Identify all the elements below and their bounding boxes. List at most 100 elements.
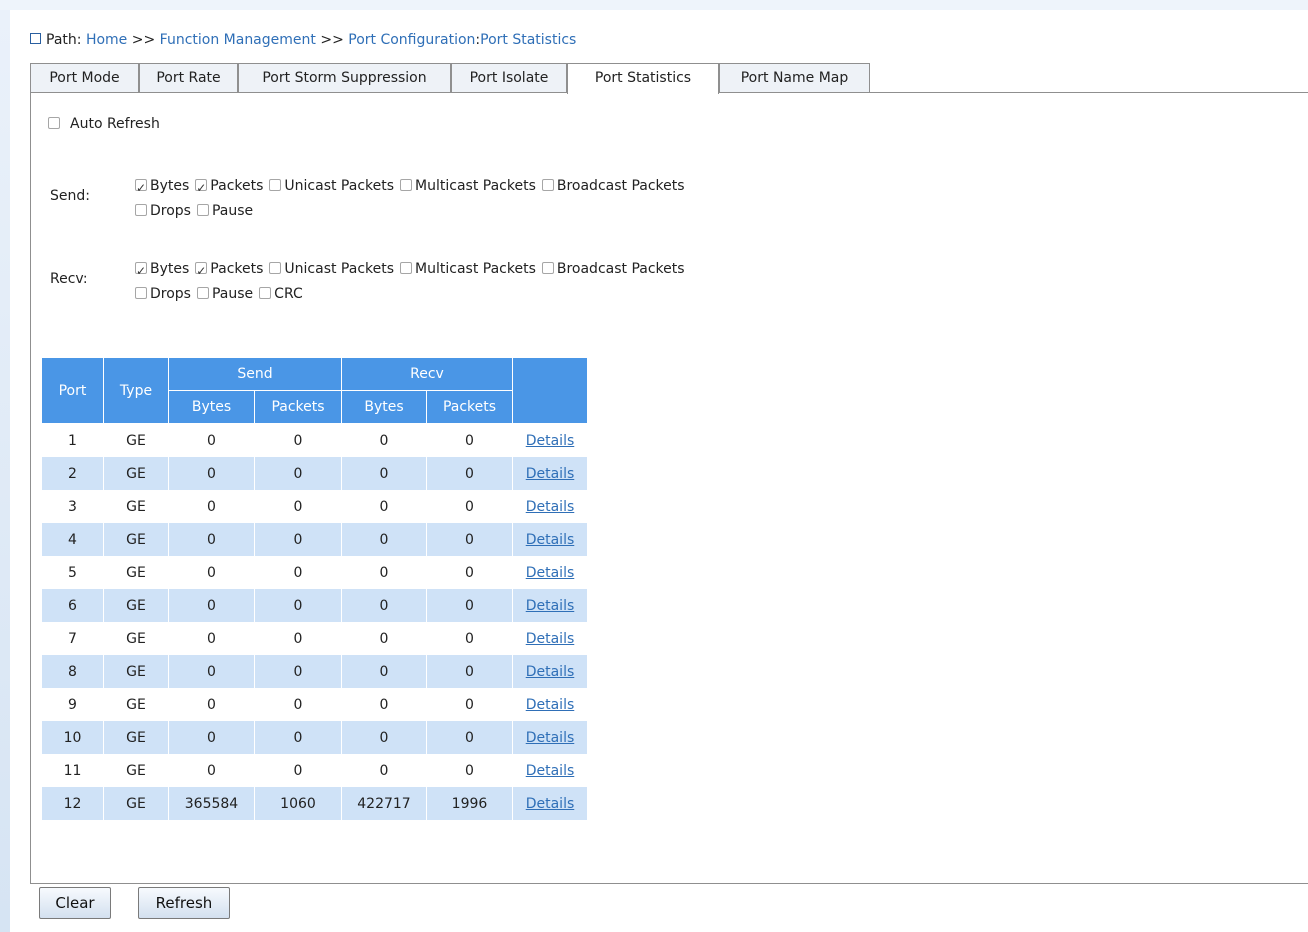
- details-link[interactable]: Details: [526, 763, 575, 779]
- cell-send-packets: 0: [254, 754, 342, 787]
- recv-pause-option[interactable]: Pause: [196, 282, 253, 307]
- send-multicast-option[interactable]: Multicast Packets: [400, 174, 536, 199]
- send-packets-checkbox[interactable]: [195, 176, 208, 201]
- recv-pause-checkbox[interactable]: [196, 287, 209, 299]
- recv-bytes-option[interactable]: Bytes: [135, 257, 189, 284]
- cell-type: GE: [103, 490, 169, 523]
- clear-button[interactable]: Clear: [39, 887, 111, 919]
- recv-multicast-option[interactable]: Multicast Packets: [400, 257, 536, 282]
- recv-unicast-option[interactable]: Unicast Packets: [269, 257, 394, 282]
- recv-unicast-checkbox[interactable]: [269, 262, 282, 274]
- cell-recv-bytes: 0: [341, 589, 427, 622]
- cell-details: Details: [512, 622, 588, 655]
- tab-port-rate[interactable]: Port Rate: [139, 63, 238, 92]
- breadcrumb: Path: Home >> Function Management >> Por…: [30, 30, 576, 50]
- details-link[interactable]: Details: [526, 664, 575, 680]
- details-link[interactable]: Details: [526, 730, 575, 746]
- breadcrumb-home-link[interactable]: Home: [86, 32, 127, 48]
- cell-send-packets: 1060: [254, 787, 342, 820]
- cell-port: 8: [41, 655, 104, 688]
- recv-broadcast-label: Broadcast Packets: [556, 261, 685, 277]
- cell-recv-packets: 0: [426, 754, 513, 787]
- send-pause-option[interactable]: Pause: [196, 199, 254, 224]
- cell-recv-packets: 0: [426, 622, 513, 655]
- cell-details: Details: [512, 787, 588, 820]
- details-link[interactable]: Details: [526, 631, 575, 647]
- recv-packets-option[interactable]: Packets: [195, 257, 264, 284]
- details-link[interactable]: Details: [526, 796, 575, 812]
- cell-port: 12: [41, 787, 104, 820]
- cell-send-packets: 0: [254, 622, 342, 655]
- cell-details: Details: [512, 523, 588, 556]
- details-link[interactable]: Details: [526, 598, 575, 614]
- details-link[interactable]: Details: [526, 466, 575, 482]
- details-link[interactable]: Details: [526, 499, 575, 515]
- details-link[interactable]: Details: [526, 697, 575, 713]
- table-row: 5 GE 0 0 0 0 Details: [41, 556, 588, 589]
- send-pause-checkbox[interactable]: [196, 204, 209, 216]
- port-statistics-table: Port Type Send Recv Bytes Packets Bytes …: [41, 357, 588, 820]
- tab-port-name-map[interactable]: Port Name Map: [719, 63, 870, 92]
- tab-port-isolate[interactable]: Port Isolate: [451, 63, 567, 92]
- cell-send-packets: 0: [254, 457, 342, 490]
- cell-send-packets: 0: [254, 655, 342, 688]
- recv-packets-label: Packets: [210, 261, 264, 277]
- breadcrumb-separator: >>: [131, 32, 156, 48]
- cell-port: 1: [41, 423, 104, 457]
- send-broadcast-option[interactable]: Broadcast Packets: [541, 174, 685, 199]
- tab-port-storm-suppression[interactable]: Port Storm Suppression: [238, 63, 451, 92]
- refresh-button[interactable]: Refresh: [138, 887, 230, 919]
- breadcrumb-port-configuration-link[interactable]: Port Configuration: [348, 32, 475, 48]
- breadcrumb-function-management-link[interactable]: Function Management: [160, 32, 316, 48]
- cell-port: 7: [41, 622, 104, 655]
- send-drops-label: Drops: [150, 203, 191, 219]
- cell-port: 6: [41, 589, 104, 622]
- cell-port: 11: [41, 754, 104, 787]
- recv-bytes-checkbox[interactable]: [135, 259, 147, 284]
- auto-refresh-option[interactable]: Auto Refresh: [48, 114, 160, 134]
- tab-port-mode[interactable]: Port Mode: [30, 63, 139, 92]
- cell-details: Details: [512, 655, 588, 688]
- cell-details: Details: [512, 556, 588, 589]
- details-link[interactable]: Details: [526, 433, 575, 449]
- send-multicast-checkbox[interactable]: [400, 179, 413, 191]
- cell-type: GE: [103, 423, 169, 457]
- recv-drops-option[interactable]: Drops: [135, 282, 191, 307]
- cell-send-packets: 0: [254, 721, 342, 754]
- send-pause-label: Pause: [211, 203, 254, 219]
- recv-broadcast-option[interactable]: Broadcast Packets: [541, 257, 685, 282]
- recv-crc-option[interactable]: CRC: [259, 282, 303, 307]
- cell-details: Details: [512, 721, 588, 754]
- details-link[interactable]: Details: [526, 532, 575, 548]
- breadcrumb-port-statistics-link[interactable]: Port Statistics: [480, 32, 576, 48]
- tab-port-statistics[interactable]: Port Statistics: [567, 63, 719, 94]
- send-broadcast-checkbox[interactable]: [541, 179, 554, 191]
- cell-send-bytes: 0: [168, 655, 255, 688]
- breadcrumb-separator: >>: [320, 32, 344, 48]
- recv-packets-checkbox[interactable]: [195, 259, 208, 284]
- recv-multicast-checkbox[interactable]: [400, 262, 413, 274]
- cell-send-bytes: 0: [168, 721, 255, 754]
- cell-recv-bytes: 0: [341, 622, 427, 655]
- cell-type: GE: [103, 589, 169, 622]
- send-bytes-checkbox[interactable]: [135, 176, 147, 201]
- cell-recv-bytes: 0: [341, 754, 427, 787]
- recv-drops-checkbox[interactable]: [135, 287, 147, 299]
- cell-port: 10: [41, 721, 104, 754]
- send-bytes-option[interactable]: Bytes: [135, 174, 189, 201]
- send-packets-option[interactable]: Packets: [195, 174, 263, 201]
- auto-refresh-checkbox[interactable]: [48, 117, 60, 129]
- recv-label: Recv:: [50, 271, 88, 287]
- send-unicast-checkbox[interactable]: [269, 179, 282, 191]
- send-unicast-option[interactable]: Unicast Packets: [269, 174, 394, 199]
- cell-send-packets: 0: [254, 688, 342, 721]
- details-column-header: [512, 357, 588, 424]
- send-drops-checkbox[interactable]: [135, 204, 147, 216]
- recv-crc-checkbox[interactable]: [259, 287, 272, 299]
- table-row: 9 GE 0 0 0 0 Details: [41, 688, 588, 721]
- top-border: [0, 0, 1308, 10]
- recv-broadcast-checkbox[interactable]: [541, 262, 554, 274]
- details-link[interactable]: Details: [526, 565, 575, 581]
- send-drops-option[interactable]: Drops: [135, 199, 191, 224]
- cell-recv-bytes: 0: [341, 490, 427, 523]
